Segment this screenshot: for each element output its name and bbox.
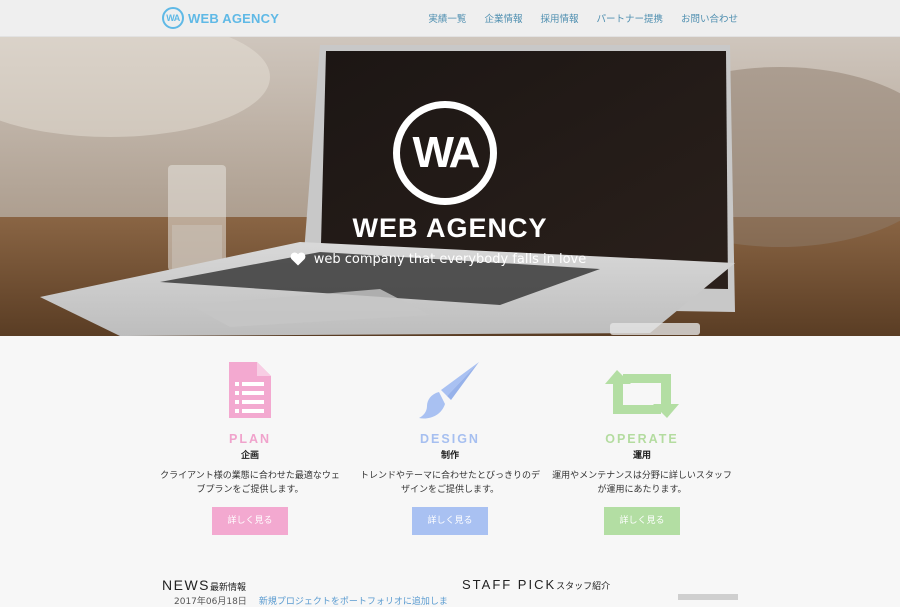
service-name: PLAN bbox=[228, 432, 272, 446]
nav-company[interactable]: 企業情報 bbox=[484, 11, 522, 25]
hero-banner: WA WEB AGENCY web company that everybody… bbox=[0, 37, 900, 336]
service-name: OPERATE bbox=[605, 432, 679, 446]
main-nav: 実績一覧 企業情報 採用情報 パートナー提携 お問い合わせ bbox=[428, 0, 738, 36]
hero-subtitle: web company that everybody falls in love bbox=[290, 252, 610, 267]
hero-title: WEB AGENCY bbox=[352, 213, 548, 243]
news-link[interactable]: 新規プロジェクトをポートフォリオに追加しま bbox=[259, 594, 448, 607]
news-heading: NEWS 最新情報 bbox=[162, 577, 246, 593]
repeat-icon bbox=[552, 354, 732, 420]
service-name: DESIGN bbox=[420, 432, 480, 446]
service-description: トレンドやテーマに合わせたとびっきりのデザインをご提供します。 bbox=[360, 471, 541, 495]
staff-title-jp: スタッフ紹介 bbox=[556, 582, 611, 592]
nav-recruit[interactable]: 採用情報 bbox=[540, 11, 578, 25]
service-name-jp: 制作 bbox=[440, 451, 459, 461]
service-name-jp: 企画 bbox=[240, 451, 259, 461]
heart-icon bbox=[290, 252, 306, 266]
staff-title: STAFF PICK bbox=[462, 577, 557, 592]
nav-partner[interactable]: パートナー提携 bbox=[596, 11, 663, 25]
document-icon bbox=[160, 354, 340, 420]
logo-mark: WA bbox=[162, 7, 184, 29]
operate-details-button[interactable]: 詳しく見る bbox=[604, 507, 680, 535]
site-header: WA WEB AGENCY 実績一覧 企業情報 採用情報 パートナー提携 お問い… bbox=[0, 0, 900, 37]
news-title: NEWS bbox=[162, 577, 210, 593]
nav-works[interactable]: 実績一覧 bbox=[428, 11, 466, 25]
news-date: 2017年06月18日 bbox=[174, 597, 247, 607]
news-item: 2017年06月18日 新規プロジェクトをポートフォリオに追加しま bbox=[174, 594, 448, 607]
hero-subtitle-text: web company that everybody falls in love bbox=[313, 252, 587, 267]
nav-contact[interactable]: お問い合わせ bbox=[681, 11, 738, 25]
design-details-button[interactable]: 詳しく見る bbox=[412, 507, 488, 535]
service-description: クライアント様の業態に合わせた最適なウェブプランをご提供します。 bbox=[160, 471, 340, 495]
hero-logo-mark: WA bbox=[393, 101, 497, 205]
service-design: DESIGN 制作 トレンドやテーマに合わせたとびっきりのデザインをご提供します… bbox=[360, 354, 540, 535]
staff-photo[interactable] bbox=[678, 594, 738, 600]
site-logo[interactable]: WA WEB AGENCY bbox=[162, 7, 279, 29]
logo-text: WEB AGENCY bbox=[188, 10, 280, 26]
service-plan: PLAN 企画 クライアント様の業態に合わせた最適なウェブプランをご提供します。… bbox=[160, 354, 340, 535]
service-name-jp: 運用 bbox=[632, 451, 651, 461]
service-description: 運用やメンテナンスは分野に詳しいスタッフが運用にあたります。 bbox=[552, 471, 732, 495]
service-operate: OPERATE 運用 運用やメンテナンスは分野に詳しいスタッフが運用にあたります… bbox=[552, 354, 732, 535]
staff-heading: STAFF PICK スタッフ紹介 bbox=[462, 577, 610, 592]
news-title-jp: 最新情報 bbox=[210, 583, 247, 593]
plan-details-button[interactable]: 詳しく見る bbox=[212, 507, 288, 535]
paintbrush-icon bbox=[360, 354, 540, 420]
